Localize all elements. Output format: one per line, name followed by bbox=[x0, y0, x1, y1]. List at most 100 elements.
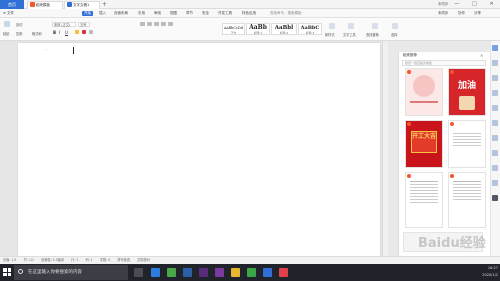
align-center-icon[interactable] bbox=[168, 22, 173, 26]
file-menu[interactable]: ≡ 文件 bbox=[3, 9, 14, 18]
italic-button[interactable]: I bbox=[59, 30, 60, 35]
template-card-1[interactable] bbox=[405, 68, 443, 116]
style-heading3[interactable]: AaBbC 标题 3 bbox=[298, 23, 322, 35]
windows-start-icon[interactable] bbox=[3, 268, 11, 276]
picture-icon[interactable] bbox=[492, 105, 498, 111]
menu-features[interactable]: 特色应用 bbox=[242, 9, 256, 18]
panel-close-icon[interactable]: ✕ bbox=[480, 53, 483, 58]
doc-check-button[interactable]: 文档校对 bbox=[137, 258, 150, 262]
shape-icon[interactable] bbox=[492, 75, 498, 81]
style-name: 标题 3 bbox=[305, 31, 315, 35]
home-tab[interactable]: 首页 bbox=[0, 0, 24, 9]
new-tab-button[interactable]: + bbox=[102, 0, 107, 9]
style-heading1[interactable]: AaBb 标题 1 bbox=[246, 23, 270, 35]
panel-title: 稻壳推荐 bbox=[403, 53, 417, 57]
find-replace-icon[interactable] bbox=[372, 23, 378, 29]
share-button[interactable]: 分享 bbox=[474, 9, 481, 18]
menu-developer[interactable]: 开发工具 bbox=[218, 9, 232, 18]
status-col: 列: 1 bbox=[85, 258, 93, 262]
template-card-2[interactable]: 加油 bbox=[448, 68, 486, 116]
tab-docer-templates[interactable]: 稻壳模板 bbox=[27, 1, 63, 9]
copy-button[interactable]: 复制 bbox=[16, 31, 22, 36]
highlight-icon[interactable] bbox=[75, 30, 79, 34]
backup-icon[interactable] bbox=[492, 180, 498, 186]
find-replace-label[interactable]: 查找替换 bbox=[366, 32, 379, 37]
paste-icon[interactable] bbox=[4, 21, 10, 27]
tab-document[interactable]: 文字文稿1 bbox=[64, 1, 100, 9]
taskbar-search-input[interactable]: 在这里输入你要搜索的内容 bbox=[14, 265, 128, 280]
font-color-icon[interactable] bbox=[82, 30, 86, 34]
edge-icon[interactable] bbox=[151, 268, 160, 277]
tool-icon[interactable] bbox=[492, 60, 498, 66]
theme-icon[interactable] bbox=[492, 195, 498, 201]
select-icon[interactable] bbox=[392, 23, 398, 29]
link-icon[interactable] bbox=[492, 90, 498, 96]
maximize-button[interactable]: □ bbox=[472, 0, 477, 9]
template-card-6[interactable] bbox=[448, 172, 486, 228]
chart-icon[interactable] bbox=[492, 120, 498, 126]
comment-icon[interactable] bbox=[492, 150, 498, 156]
underline-button[interactable]: U bbox=[65, 30, 68, 35]
minimize-button[interactable]: — bbox=[454, 0, 459, 9]
char-shading-icon[interactable] bbox=[89, 30, 93, 34]
align-left-icon[interactable] bbox=[161, 22, 166, 26]
chat-app-icon[interactable] bbox=[263, 268, 272, 277]
font-name-select[interactable]: 宋体 (正文) bbox=[52, 22, 76, 27]
folder-icon[interactable] bbox=[231, 268, 240, 277]
document-page[interactable] bbox=[18, 43, 380, 256]
select-label[interactable]: 选择 bbox=[391, 32, 397, 37]
bold-button[interactable]: B bbox=[53, 30, 56, 35]
unsync-label[interactable]: 未同步 bbox=[438, 9, 449, 18]
paste-label[interactable]: 粘贴 bbox=[3, 31, 9, 36]
task-view-icon[interactable] bbox=[134, 268, 143, 277]
template-card-3[interactable]: 开工大吉 bbox=[405, 120, 443, 168]
table-icon[interactable] bbox=[492, 135, 498, 141]
pointer-icon[interactable] bbox=[492, 45, 498, 51]
text-tool-icon[interactable] bbox=[348, 23, 354, 29]
after-effects-icon[interactable] bbox=[215, 268, 224, 277]
help-icon[interactable] bbox=[492, 165, 498, 171]
indent-icon[interactable] bbox=[154, 22, 159, 26]
style-heading2[interactable]: AaBbl 标题 2 bbox=[271, 23, 297, 35]
font-size-select[interactable]: 五号 bbox=[78, 22, 90, 27]
margin-marker-icon: ⌐ bbox=[45, 47, 49, 52]
command-search[interactable]: 查找命令、搜索模板 bbox=[270, 9, 302, 18]
menu-security[interactable]: 安全 bbox=[202, 9, 209, 18]
format-painter-button[interactable]: 格式刷 bbox=[32, 31, 42, 36]
template-card-4[interactable] bbox=[448, 120, 486, 168]
card-illustration bbox=[413, 75, 435, 97]
status-words: 字数: 0 bbox=[99, 258, 111, 262]
menu-chapter[interactable]: 章节 bbox=[186, 9, 193, 18]
menu-view[interactable]: 视图 bbox=[170, 9, 177, 18]
numbering-icon[interactable] bbox=[147, 22, 152, 26]
style-normal[interactable]: AaBbCcDd 正文 bbox=[222, 23, 245, 35]
menu-references[interactable]: 引用 bbox=[138, 9, 145, 18]
wechat-icon[interactable] bbox=[247, 268, 256, 277]
close-button[interactable]: ✕ bbox=[489, 0, 493, 9]
menu-layout[interactable]: 页面布局 bbox=[114, 9, 128, 18]
text-tool-label[interactable]: 文字工具 bbox=[343, 32, 356, 37]
system-tray[interactable]: 16:27 2020/1/2 bbox=[482, 265, 498, 280]
word-doc-icon bbox=[67, 2, 72, 7]
wps-icon[interactable] bbox=[279, 268, 288, 277]
vertical-scrollbar[interactable] bbox=[382, 41, 388, 256]
cut-button[interactable]: 剪切 bbox=[16, 22, 22, 27]
menu-review[interactable]: 审阅 bbox=[154, 9, 161, 18]
menu-insert[interactable]: 插入 bbox=[99, 9, 106, 18]
template-badge-icon bbox=[407, 70, 411, 74]
new-style-icon[interactable] bbox=[329, 23, 335, 29]
collab-button[interactable]: 协作 bbox=[458, 9, 465, 18]
premiere-icon[interactable] bbox=[199, 268, 208, 277]
bullets-icon[interactable] bbox=[140, 22, 145, 26]
new-style-label[interactable]: 新样式 bbox=[325, 32, 335, 37]
sync-status[interactable]: 未同步 bbox=[438, 2, 449, 7]
template-badge-icon bbox=[407, 122, 411, 126]
browser-icon[interactable] bbox=[167, 268, 176, 277]
window-controls: — □ ✕ bbox=[448, 0, 500, 9]
menu-start[interactable]: 开始 bbox=[82, 11, 93, 16]
template-search-input[interactable]: 搜索一招定稻壳模板 bbox=[402, 60, 486, 66]
search-icon bbox=[18, 269, 23, 274]
spell-check-button[interactable]: 拼写检查 bbox=[117, 258, 130, 262]
template-card-5[interactable] bbox=[405, 172, 443, 228]
photoshop-icon[interactable] bbox=[183, 268, 192, 277]
